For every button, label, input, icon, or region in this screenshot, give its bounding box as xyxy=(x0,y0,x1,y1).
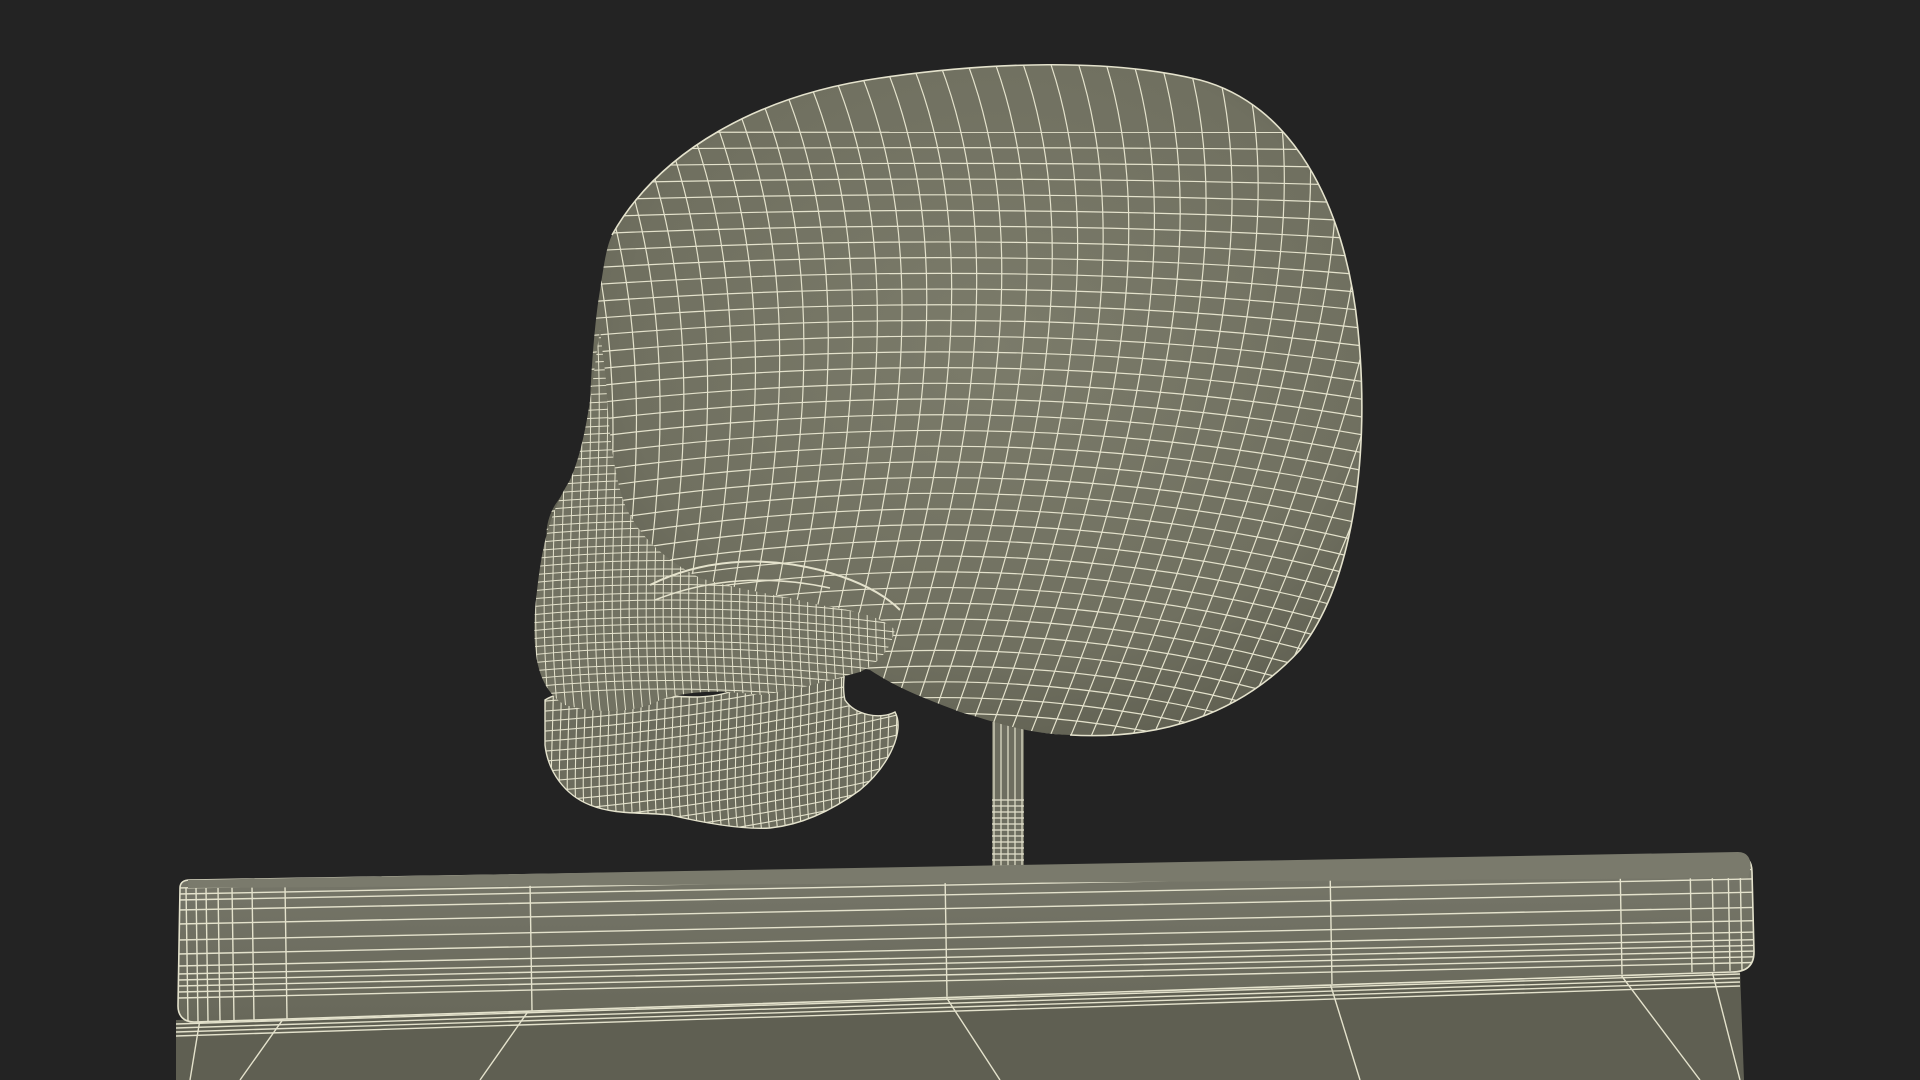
skull-render xyxy=(0,0,1920,1080)
render-viewport xyxy=(0,0,1920,1080)
stand-rod xyxy=(992,722,1024,870)
